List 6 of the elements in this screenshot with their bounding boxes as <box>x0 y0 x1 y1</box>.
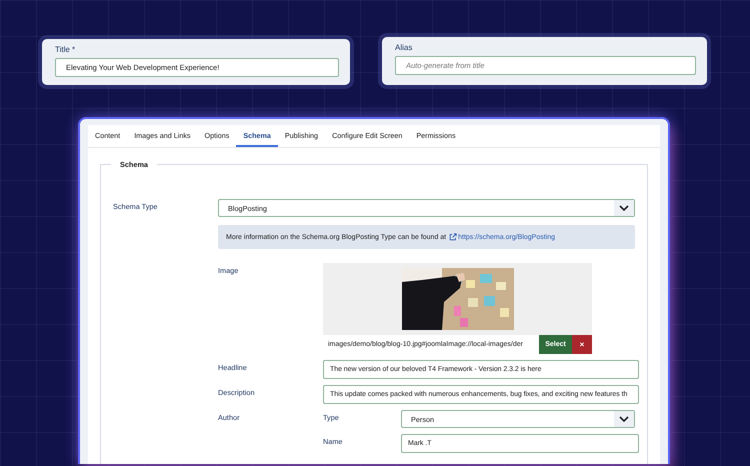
field-label: Title * <box>55 45 76 54</box>
clear-button[interactable]: × <box>572 335 592 354</box>
field-label: Alias <box>395 43 414 52</box>
chevron-down-icon <box>614 411 634 427</box>
chevron-down-icon <box>614 200 634 216</box>
external-link-icon <box>449 233 458 241</box>
